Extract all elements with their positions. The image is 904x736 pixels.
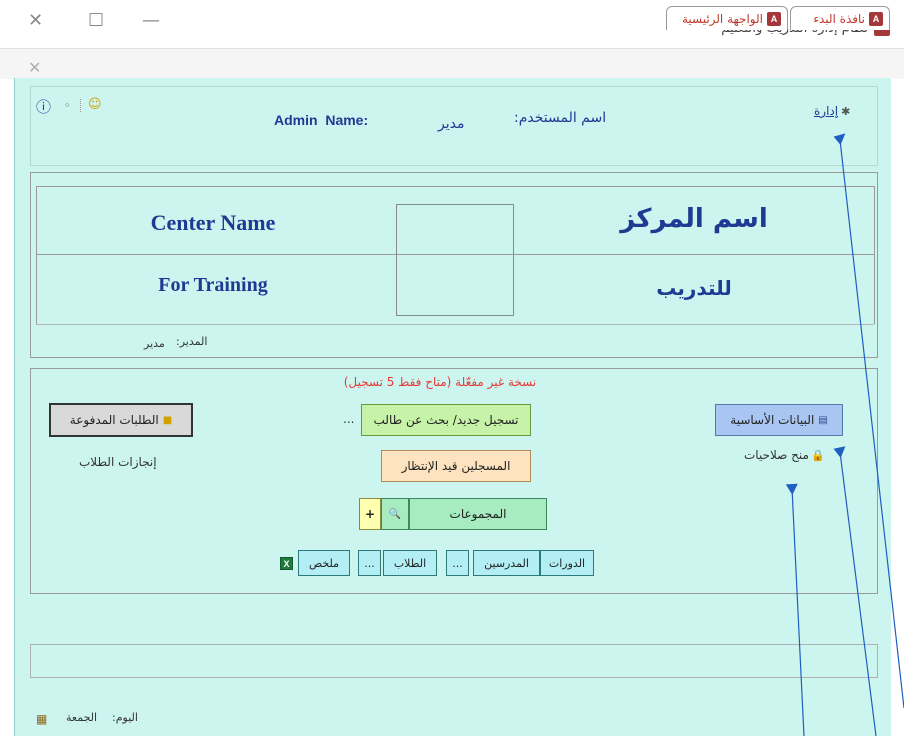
arrow-head-basic [833, 446, 846, 458]
annotation-arrows [785, 133, 904, 736]
arrow-admin-link [839, 139, 904, 709]
arrow-permissions [791, 487, 805, 736]
arrow-basic-data [839, 451, 877, 736]
arrow-head-admin [833, 133, 846, 145]
arrow-head-permissions [785, 483, 798, 495]
